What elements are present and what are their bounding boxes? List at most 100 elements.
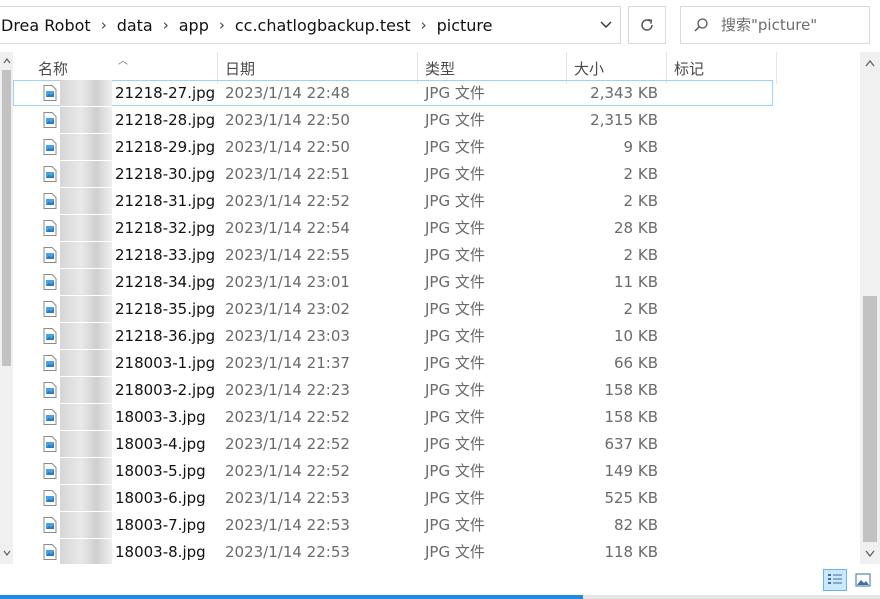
file-date: 2023/1/14 22:50 <box>225 111 350 129</box>
file-row[interactable]: 21218-31.jpg 2023/1/14 22:52 JPG 文件 2 KB <box>13 188 860 214</box>
large-icons-view-icon <box>855 573 871 587</box>
redacted-name-prefix <box>60 242 112 268</box>
address-history-button[interactable] <box>592 7 620 43</box>
breadcrumb-item-app[interactable]: app <box>174 16 214 35</box>
file-name: 18003-3.jpg <box>115 408 206 426</box>
file-name: 21218-30.jpg <box>115 165 216 183</box>
file-size: 2 KB <box>623 246 658 264</box>
file-name-cell: 18003-4.jpg <box>13 431 206 457</box>
file-name: 21218-33.jpg <box>115 246 216 264</box>
details-view-button[interactable] <box>823 569 847 591</box>
file-name: 21218-35.jpg <box>115 300 216 318</box>
large-icons-view-button[interactable] <box>851 569 875 591</box>
file-date: 2023/1/14 22:50 <box>225 138 350 156</box>
file-row[interactable]: 21218-32.jpg 2023/1/14 22:54 JPG 文件 28 KB <box>13 215 860 241</box>
file-row[interactable]: 18003-6.jpg 2023/1/14 22:53 JPG 文件 525 KB <box>13 485 860 511</box>
file-date: 2023/1/14 22:52 <box>225 192 350 210</box>
redacted-name-prefix <box>60 377 112 403</box>
file-name-cell: 18003-3.jpg <box>13 404 206 430</box>
file-name: 21218-27.jpg <box>115 84 216 102</box>
scrollbar-thumb[interactable] <box>2 70 11 366</box>
file-name: 18003-8.jpg <box>115 543 206 561</box>
file-date: 2023/1/14 22:54 <box>225 219 350 237</box>
file-date: 2023/1/14 22:53 <box>225 516 350 534</box>
file-size: 2 KB <box>623 192 658 210</box>
file-row[interactable]: 21218-33.jpg 2023/1/14 22:55 JPG 文件 2 KB <box>13 242 860 268</box>
navigation-pane-scrollbar[interactable] <box>0 52 13 564</box>
search-box[interactable] <box>680 6 870 44</box>
redacted-name-prefix <box>60 431 112 457</box>
file-name: 18003-4.jpg <box>115 435 206 453</box>
file-type: JPG 文件 <box>425 327 485 345</box>
breadcrumb-item-data[interactable]: data <box>112 16 158 35</box>
scroll-up-arrow-icon[interactable] <box>0 54 13 68</box>
file-date: 2023/1/14 22:53 <box>225 543 350 561</box>
file-row[interactable]: 21218-35.jpg 2023/1/14 23:02 JPG 文件 2 KB <box>13 296 860 322</box>
scroll-down-arrow-icon[interactable] <box>860 544 880 562</box>
file-row[interactable]: 21218-30.jpg 2023/1/14 22:51 JPG 文件 2 KB <box>13 161 860 187</box>
file-row[interactable]: 18003-8.jpg 2023/1/14 22:53 JPG 文件 118 KB <box>13 539 860 564</box>
file-type: JPG 文件 <box>425 354 485 372</box>
scrollbar-thumb[interactable] <box>863 296 877 542</box>
file-name-cell: 21218-35.jpg <box>13 296 215 322</box>
load-progress-bar <box>0 595 583 599</box>
file-row[interactable]: 18003-5.jpg 2023/1/14 22:52 JPG 文件 149 KB <box>13 458 860 484</box>
file-type: JPG 文件 <box>425 84 485 102</box>
search-icon <box>681 17 721 33</box>
file-date: 2023/1/14 22:51 <box>225 165 350 183</box>
search-input[interactable] <box>721 16 861 34</box>
redacted-name-prefix <box>60 539 112 564</box>
file-row[interactable]: 21218-36.jpg 2023/1/14 23:03 JPG 文件 10 KB <box>13 323 860 349</box>
file-size: 149 KB <box>604 462 658 480</box>
address-bar[interactable]: Drea Robot › data › app › cc.chatlogback… <box>0 6 621 44</box>
file-type: JPG 文件 <box>425 381 485 399</box>
file-row[interactable]: 21218-27.jpg 2023/1/14 22:48 JPG 文件 2,343 K… <box>13 80 773 106</box>
file-date: 2023/1/14 22:52 <box>225 462 350 480</box>
file-row[interactable]: 218003-2.jpg 2023/1/14 22:23 JPG 文件 158 KB <box>13 377 860 403</box>
file-date: 2023/1/14 23:03 <box>225 327 350 345</box>
file-size: 66 KB <box>614 354 658 372</box>
redacted-name-prefix <box>60 485 112 511</box>
file-name-cell: 21218-28.jpg <box>13 107 215 133</box>
file-size: 2 KB <box>623 300 658 318</box>
file-type: JPG 文件 <box>425 246 485 264</box>
file-list-scrollbar[interactable] <box>860 52 880 564</box>
file-row[interactable]: 218003-1.jpg 2023/1/14 21:37 JPG 文件 66 KB <box>13 350 860 376</box>
file-row[interactable]: 21218-34.jpg 2023/1/14 23:01 JPG 文件 11 KB <box>13 269 860 295</box>
breadcrumb-separator-icon[interactable]: › <box>96 16 112 34</box>
file-size: 9 KB <box>623 138 658 156</box>
redacted-name-prefix <box>60 512 112 538</box>
file-type: JPG 文件 <box>425 435 485 453</box>
file-name: 21218-34.jpg <box>115 273 216 291</box>
refresh-button[interactable] <box>628 6 666 44</box>
breadcrumb-item-picture[interactable]: picture <box>432 16 498 35</box>
file-name-cell: 21218-33.jpg <box>13 242 215 268</box>
file-name: 18003-7.jpg <box>115 516 206 534</box>
file-row[interactable]: 21218-29.jpg 2023/1/14 22:50 JPG 文件 9 KB <box>13 134 860 160</box>
redacted-name-prefix <box>60 161 112 187</box>
file-size: 28 KB <box>614 219 658 237</box>
breadcrumb-separator-icon[interactable]: › <box>214 16 230 34</box>
file-row[interactable]: 21218-28.jpg 2023/1/14 22:50 JPG 文件 2,315 K… <box>13 107 860 133</box>
redacted-name-prefix <box>60 350 112 376</box>
file-row[interactable]: 18003-4.jpg 2023/1/14 22:52 JPG 文件 637 KB <box>13 431 860 457</box>
file-size: 11 KB <box>614 273 658 291</box>
file-row[interactable]: 18003-3.jpg 2023/1/14 22:52 JPG 文件 158 KB <box>13 404 860 430</box>
breadcrumb-separator-icon[interactable]: › <box>158 16 174 34</box>
scroll-down-arrow-icon[interactable] <box>0 546 13 560</box>
file-type: JPG 文件 <box>425 462 485 480</box>
file-name-cell: 21218-29.jpg <box>13 134 215 160</box>
breadcrumb-item-drea-robot[interactable]: Drea Robot <box>0 16 96 35</box>
file-name-cell: 21218-27.jpg <box>13 80 215 106</box>
file-row[interactable]: 18003-7.jpg 2023/1/14 22:53 JPG 文件 82 KB <box>13 512 860 538</box>
file-type: JPG 文件 <box>425 165 485 183</box>
file-size: 2,315 KB <box>590 111 658 129</box>
file-type: JPG 文件 <box>425 300 485 318</box>
scroll-up-arrow-icon[interactable] <box>860 54 880 72</box>
breadcrumb-separator-icon[interactable]: › <box>416 16 432 34</box>
redacted-name-prefix <box>60 215 112 241</box>
file-date: 2023/1/14 21:37 <box>225 354 350 372</box>
breadcrumb-item-package[interactable]: cc.chatlogbackup.test <box>230 16 416 35</box>
redacted-name-prefix <box>60 107 112 133</box>
file-size: 2 KB <box>623 165 658 183</box>
